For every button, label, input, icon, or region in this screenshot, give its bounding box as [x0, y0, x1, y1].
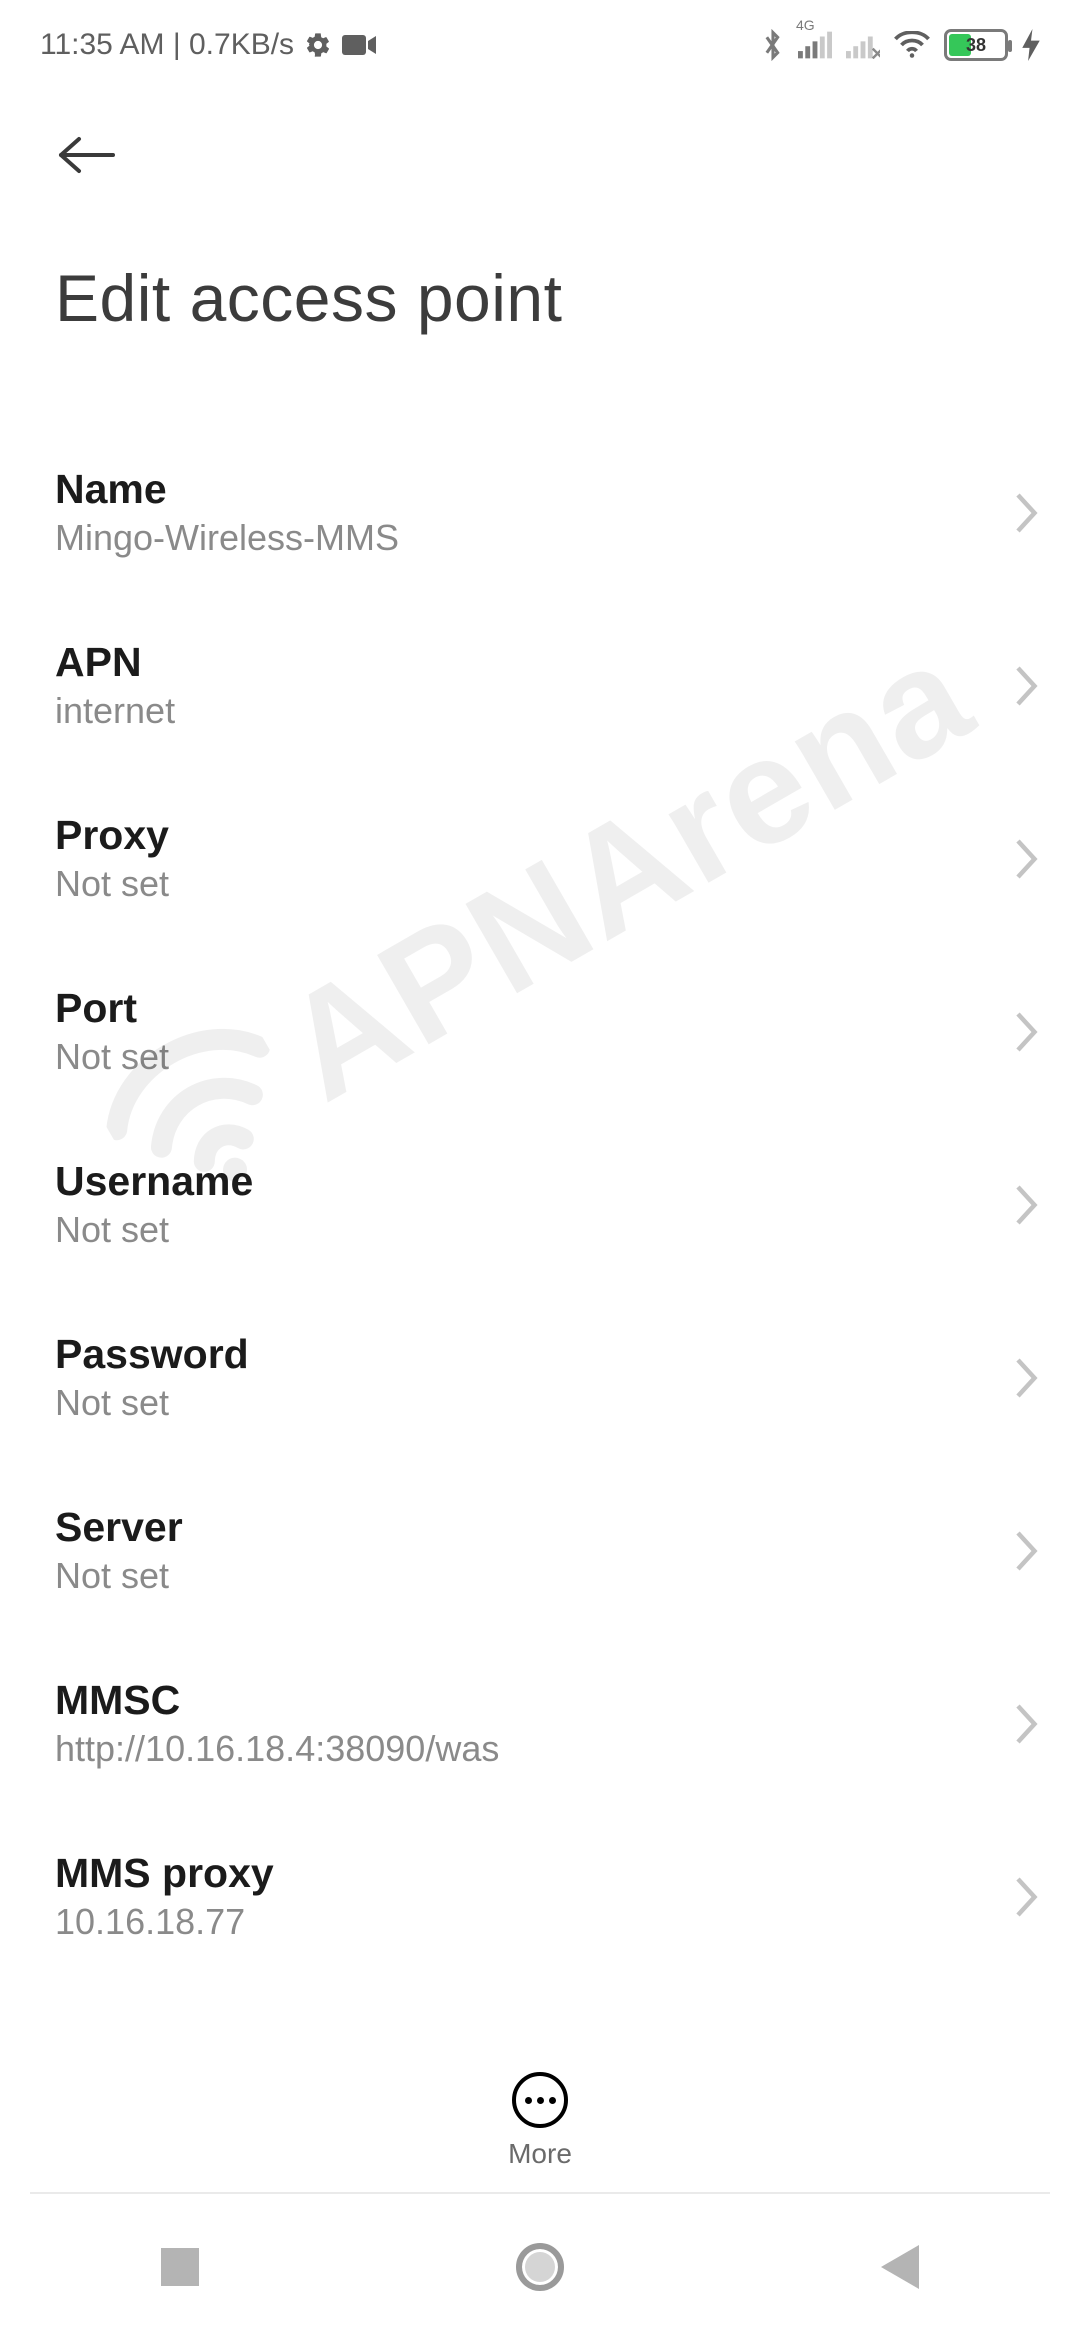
item-value: 10.16.18.77 [55, 1901, 274, 1943]
status-bar: 11:35 AM | 0.7KB/s 4G [0, 0, 1080, 80]
navigation-bar [0, 2194, 1080, 2340]
more-button[interactable]: More [0, 2072, 1080, 2170]
gear-icon [304, 31, 332, 59]
nav-home-button[interactable] [440, 2217, 640, 2317]
item-label: Port [55, 985, 169, 1032]
page-title: Edit access point [55, 260, 1025, 336]
wifi-icon [894, 31, 930, 59]
chevron-right-icon [1014, 838, 1040, 880]
charging-icon [1022, 29, 1040, 61]
apn-setting-name[interactable]: Name Mingo-Wireless-MMS [0, 426, 1080, 599]
item-value: Mingo-Wireless-MMS [55, 517, 399, 559]
settings-list: Name Mingo-Wireless-MMS APN internet Pro… [0, 426, 1080, 1950]
chevron-right-icon [1014, 1184, 1040, 1226]
apn-setting-proxy[interactable]: Proxy Not set [0, 772, 1080, 945]
signal-sim2-icon [846, 31, 880, 59]
more-label: More [508, 2138, 572, 2170]
chevron-right-icon [1014, 1357, 1040, 1399]
item-value: Not set [55, 863, 169, 905]
back-button[interactable] [55, 120, 125, 190]
chevron-right-icon [1014, 492, 1040, 534]
chevron-right-icon [1014, 1530, 1040, 1572]
item-label: APN [55, 639, 175, 686]
more-horizontal-icon [512, 2072, 568, 2128]
battery-icon: 38 [944, 29, 1008, 61]
status-right: 4G 38 [762, 28, 1040, 62]
item-label: MMS proxy [55, 1850, 274, 1897]
item-value: Not set [55, 1209, 253, 1251]
item-value: Not set [55, 1036, 169, 1078]
apn-setting-mmsc[interactable]: MMSC http://10.16.18.4:38090/was [0, 1637, 1080, 1810]
header: Edit access point [0, 80, 1080, 336]
apn-setting-mms-proxy[interactable]: MMS proxy 10.16.18.77 [0, 1810, 1080, 1950]
item-value: internet [55, 690, 175, 732]
item-label: Username [55, 1158, 253, 1205]
apn-setting-apn[interactable]: APN internet [0, 599, 1080, 772]
apn-setting-server[interactable]: Server Not set [0, 1464, 1080, 1637]
circle-icon [516, 2243, 564, 2291]
arrow-left-icon [55, 133, 119, 177]
chevron-right-icon [1014, 1703, 1040, 1745]
apn-setting-password[interactable]: Password Not set [0, 1291, 1080, 1464]
status-left: 11:35 AM | 0.7KB/s [40, 28, 376, 62]
nav-recent-button[interactable] [80, 2217, 280, 2317]
item-label: Proxy [55, 812, 169, 859]
item-label: MMSC [55, 1677, 499, 1724]
item-value: Not set [55, 1555, 183, 1597]
item-value: Not set [55, 1382, 249, 1424]
nav-back-button[interactable] [800, 2217, 1000, 2317]
signal-4g-icon: 4G [798, 31, 832, 59]
chevron-right-icon [1014, 665, 1040, 707]
status-time: 11:35 AM | 0.7KB/s [40, 28, 294, 62]
bluetooth-icon [762, 28, 784, 62]
apn-setting-username[interactable]: Username Not set [0, 1118, 1080, 1291]
apn-setting-port[interactable]: Port Not set [0, 945, 1080, 1118]
camera-icon [342, 33, 376, 57]
triangle-left-icon [881, 2245, 919, 2289]
chevron-right-icon [1014, 1011, 1040, 1053]
item-label: Password [55, 1331, 249, 1378]
item-label: Name [55, 466, 399, 513]
item-label: Server [55, 1504, 183, 1551]
square-icon [161, 2248, 199, 2286]
chevron-right-icon [1014, 1876, 1040, 1918]
item-value: http://10.16.18.4:38090/was [55, 1728, 499, 1770]
